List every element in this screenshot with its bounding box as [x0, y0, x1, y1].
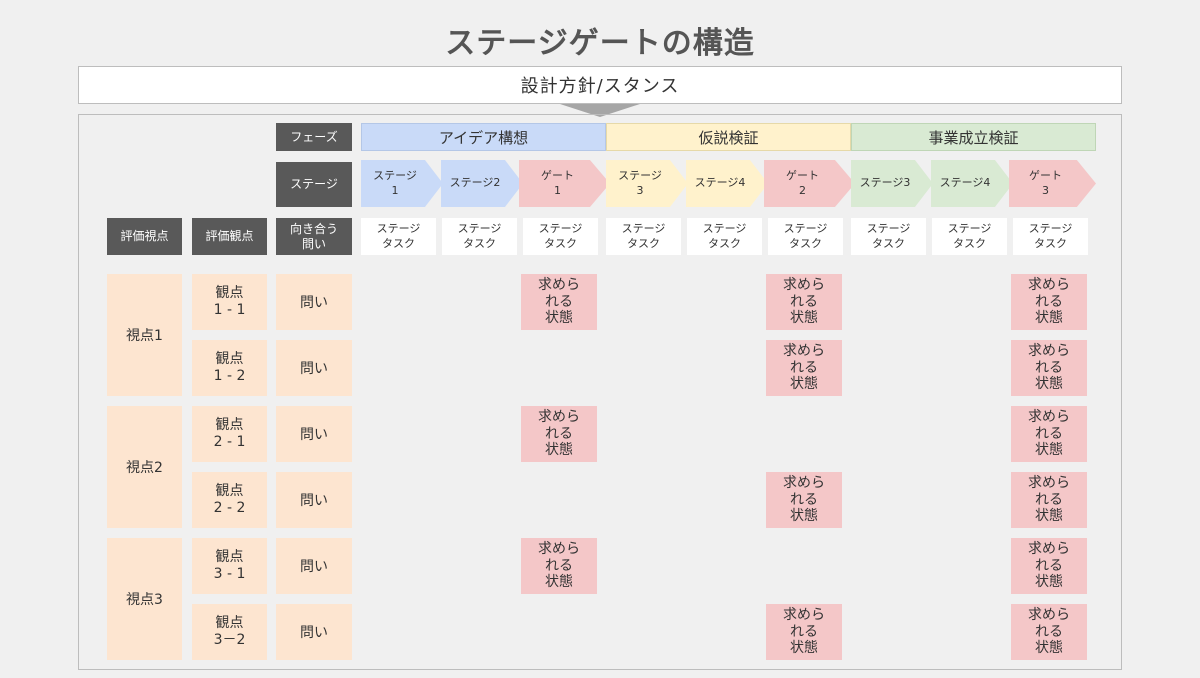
- aspect-3-2: 観点 3－2: [192, 604, 267, 660]
- viewpoint-3: 視点3: [107, 538, 182, 660]
- task-stage-3-business: ステージ タスク: [851, 218, 926, 255]
- eval-aspect-header: 評価観点: [192, 218, 267, 255]
- required-state-gate1-3-1: 求めら れる 状態: [521, 538, 597, 594]
- task-stage-2: ステージ タスク: [442, 218, 517, 255]
- task-stage-4: ステージ タスク: [687, 218, 762, 255]
- required-state-gate3-1-1: 求めら れる 状態: [1011, 274, 1087, 330]
- phase-hypothesis: 仮説検証: [606, 123, 851, 151]
- question-3-2: 問い: [276, 604, 352, 660]
- question-header: 向き合う 問い: [276, 218, 352, 255]
- question-2-2: 問い: [276, 472, 352, 528]
- required-state-gate2-1-2: 求めら れる 状態: [766, 340, 842, 396]
- question-2-1: 問い: [276, 406, 352, 462]
- required-state-gate3-1-2: 求めら れる 状態: [1011, 340, 1087, 396]
- question-header-line1: 向き合う: [289, 222, 338, 237]
- required-state-gate3-2-2: 求めら れる 状態: [1011, 472, 1087, 528]
- phase-business: 事業成立検証: [851, 123, 1096, 151]
- task-stage-3: ステージ タスク: [606, 218, 681, 255]
- task-gate-1: ステージ タスク: [523, 218, 598, 255]
- viewpoint-1: 視点1: [107, 274, 182, 396]
- page-title: ステージゲートの構造: [445, 26, 755, 61]
- required-state-gate2-1-1: 求めら れる 状態: [766, 274, 842, 330]
- required-state-gate2-3-2: 求めら れる 状態: [766, 604, 842, 660]
- aspect-1-2: 観点 1 - 2: [192, 340, 267, 396]
- task-gate-2: ステージ タスク: [768, 218, 843, 255]
- aspect-2-1: 観点 2 - 1: [192, 406, 267, 462]
- phase-header: フェーズ: [276, 123, 352, 151]
- eval-viewpoint-header: 評価視点: [107, 218, 182, 255]
- aspect-1-1: 観点 1 - 1: [192, 274, 267, 330]
- viewpoint-2: 視点2: [107, 406, 182, 528]
- task-gate-3: ステージ タスク: [1013, 218, 1088, 255]
- required-state-gate2-2-2: 求めら れる 状態: [766, 472, 842, 528]
- phase-idea: アイデア構想: [361, 123, 606, 151]
- policy-banner: 設計方針/スタンス: [78, 66, 1122, 104]
- question-header-line2: 問い: [301, 236, 326, 251]
- task-stage-1: ステージ タスク: [361, 218, 436, 255]
- aspect-3-1: 観点 3 - 1: [192, 538, 267, 594]
- question-1-2: 問い: [276, 340, 352, 396]
- required-state-gate3-3-1: 求めら れる 状態: [1011, 538, 1087, 594]
- task-stage-4-business: ステージ タスク: [932, 218, 1007, 255]
- required-state-gate1-1-1: 求めら れる 状態: [521, 274, 597, 330]
- required-state-gate3-3-2: 求めら れる 状態: [1011, 604, 1087, 660]
- required-state-gate3-2-1: 求めら れる 状態: [1011, 406, 1087, 462]
- aspect-2-2: 観点 2 - 2: [192, 472, 267, 528]
- required-state-gate1-2-1: 求めら れる 状態: [521, 406, 597, 462]
- question-3-1: 問い: [276, 538, 352, 594]
- question-1-1: 問い: [276, 274, 352, 330]
- stage-header: ステージ: [276, 162, 352, 207]
